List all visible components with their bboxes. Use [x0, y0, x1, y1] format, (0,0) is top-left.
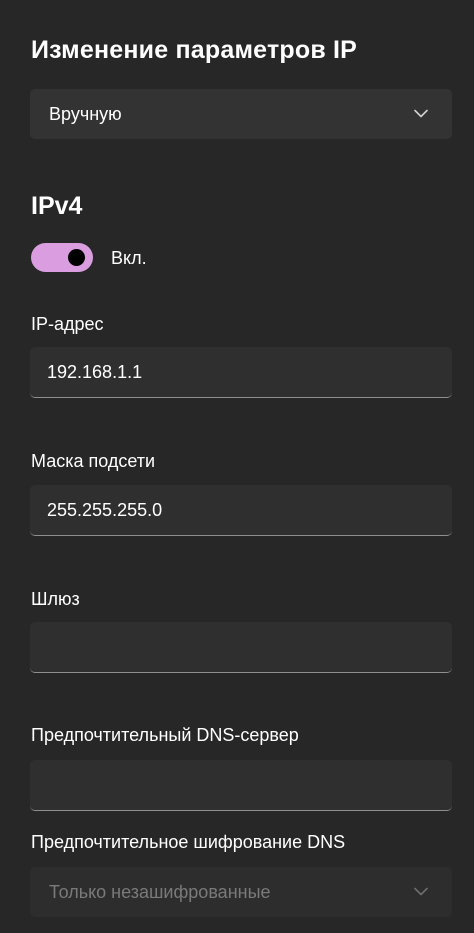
chevron-down-icon	[414, 887, 428, 896]
subnet-mask-label: Маска подсети	[31, 451, 156, 471]
chevron-down-icon	[414, 109, 428, 118]
ipv4-toggle-label: Вкл.	[111, 248, 147, 268]
page-title: Изменение параметров IP	[31, 36, 358, 64]
ip-settings-mode-value: Вручную	[49, 103, 122, 124]
ip-address-label: IP-адрес	[31, 314, 104, 334]
ip-address-value: 192.168.1.1	[47, 361, 143, 382]
subnet-mask-input[interactable]: 255.255.255.0	[30, 485, 452, 536]
preferred-dns-label: Предпочтительный DNS-сервер	[31, 725, 299, 745]
dns-encryption-label: Предпочтительное шифрование DNS	[31, 832, 346, 852]
gateway-label: Шлюз	[31, 589, 80, 609]
ip-address-input[interactable]: 192.168.1.1	[30, 347, 452, 398]
dns-encryption-dropdown: Только незашифрованные	[30, 867, 452, 917]
preferred-dns-input[interactable]	[30, 760, 452, 811]
dns-encryption-value: Только незашифрованные	[49, 881, 271, 902]
ipv4-toggle[interactable]	[31, 243, 93, 272]
ipv4-section-title: IPv4	[31, 192, 83, 220]
subnet-mask-value: 255.255.255.0	[47, 499, 163, 520]
gateway-input[interactable]	[30, 622, 452, 673]
toggle-knob	[68, 249, 85, 266]
ip-settings-mode-dropdown[interactable]: Вручную	[30, 89, 452, 139]
